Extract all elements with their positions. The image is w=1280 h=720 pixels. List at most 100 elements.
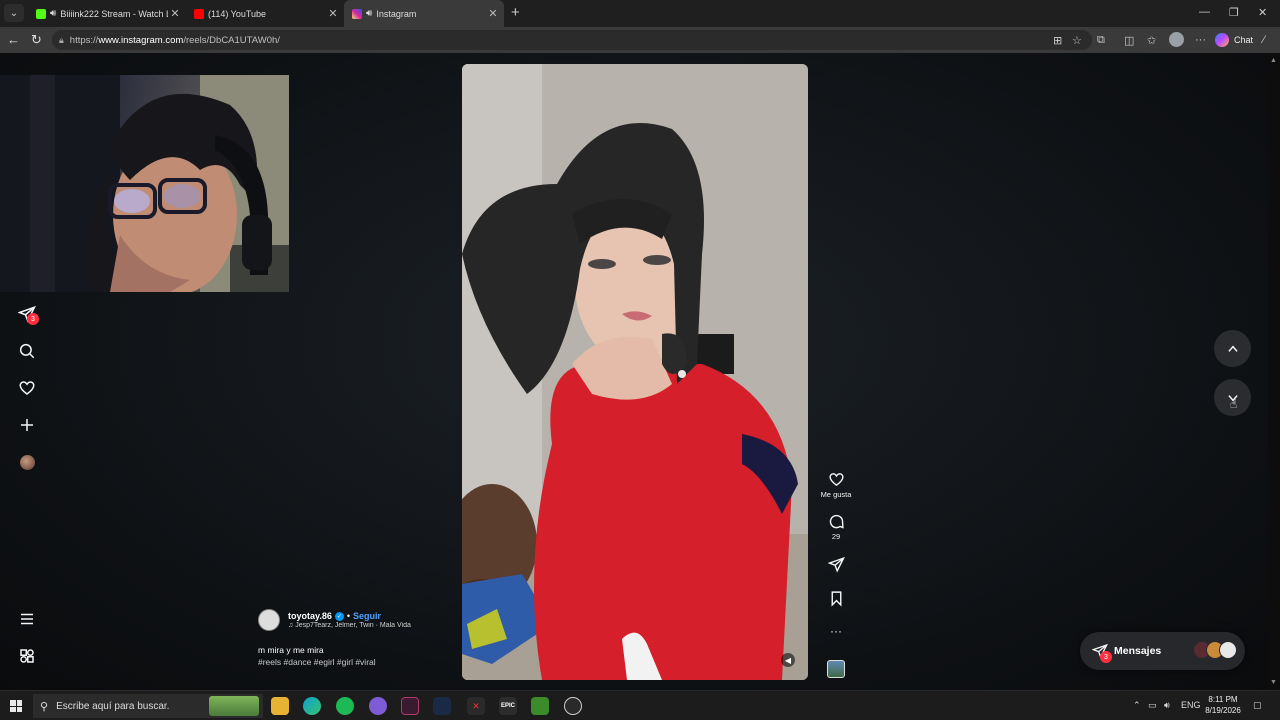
refresh-icon[interactable]: ↻ bbox=[31, 32, 42, 48]
reel-caption: toyotay.86 ✓ • Seguir ♫ Jesp7Tearz, Jelm… bbox=[258, 609, 468, 667]
taskbar-search[interactable]: ⚲ Escribe aquí para buscar. bbox=[33, 694, 263, 718]
sidebar-item-direct[interactable]: 3 bbox=[17, 304, 39, 325]
close-window-button[interactable]: ✕ bbox=[1258, 6, 1267, 19]
copilot-chat-button[interactable]: Chat bbox=[1215, 32, 1253, 48]
minecraft-icon[interactable] bbox=[531, 697, 549, 715]
chat-label: Chat bbox=[1234, 35, 1254, 45]
more-options-button[interactable]: ··· bbox=[818, 624, 854, 638]
discord-icon[interactable] bbox=[369, 697, 387, 715]
previous-reel-button[interactable] bbox=[1214, 330, 1251, 367]
reel-video[interactable]: ◀︎ bbox=[462, 64, 808, 680]
start-button[interactable] bbox=[10, 700, 22, 712]
taskbar-clock[interactable]: 8:11 PM 8/19/2026 bbox=[1200, 694, 1246, 716]
share-button[interactable] bbox=[818, 556, 854, 573]
reel-video-frame bbox=[462, 64, 808, 680]
address-bar[interactable]: 🔒︎ https:// www.instagram.com /reels/DbC… bbox=[52, 30, 1092, 50]
create-icon bbox=[21, 419, 33, 431]
caption-hashtags[interactable]: #reels #dance #egirl #girl #viral bbox=[258, 657, 468, 667]
author-username[interactable]: toyotay.86 bbox=[288, 611, 332, 621]
new-tab-button[interactable]: + bbox=[511, 4, 520, 21]
favorites-icon[interactable]: ✩ bbox=[1147, 34, 1156, 47]
back-icon[interactable]: ← bbox=[7, 32, 20, 47]
messages-badge: 3 bbox=[1100, 651, 1112, 663]
save-button[interactable] bbox=[818, 590, 854, 607]
volume-icon[interactable]: 🔊︎ bbox=[1164, 700, 1170, 711]
comment-button[interactable]: 29 bbox=[818, 513, 854, 541]
chevron-up-icon bbox=[1227, 345, 1238, 352]
url-host: www.instagram.com bbox=[98, 34, 184, 46]
taskbar-search-placeholder: Escribe aquí para buscar. bbox=[56, 700, 170, 712]
browser-toolbar: ← ↻ 🔒︎ https:// www.instagram.com /reels… bbox=[0, 27, 1280, 53]
author-avatar[interactable] bbox=[258, 609, 280, 631]
messages-button[interactable]: 3 Mensajes bbox=[1080, 632, 1245, 670]
search-icon bbox=[19, 343, 35, 359]
tab-kick-stream[interactable]: 🔊︎ Biiiink222 Stream - Watch Live ✕ bbox=[28, 0, 186, 27]
epic-games-icon[interactable]: EPIC bbox=[499, 697, 517, 715]
app-icon[interactable] bbox=[564, 697, 582, 715]
browser-tab-strip: ⌄ 🔊︎ Biiiink222 Stream - Watch Live ✕ (1… bbox=[0, 0, 1280, 27]
clock-date: 8/19/2026 bbox=[1205, 706, 1241, 715]
scroll-up-arrow-icon[interactable]: ▲ bbox=[1270, 57, 1277, 64]
close-tab-icon[interactable]: ✕ bbox=[168, 7, 182, 20]
webcam-image bbox=[0, 75, 289, 292]
kick-favicon-icon bbox=[36, 8, 46, 19]
audio-thumbnail[interactable] bbox=[827, 660, 845, 678]
app-available-icon[interactable]: ⊞ bbox=[1053, 34, 1062, 47]
sidebar-item-create[interactable] bbox=[17, 415, 37, 435]
tray-overflow-icon[interactable]: ⌃ bbox=[1133, 700, 1141, 711]
site-info-icon[interactable]: 🔒︎ bbox=[59, 35, 64, 46]
tab-actions-menu-button[interactable]: ⌄ bbox=[4, 4, 24, 22]
heart-icon bbox=[828, 473, 844, 487]
extensions-icon[interactable]: ⧉ bbox=[1097, 34, 1105, 47]
profile-avatar-icon[interactable] bbox=[1169, 32, 1184, 47]
share-icon bbox=[827, 556, 845, 573]
sidebar-collapse-icon[interactable]: ⁄ bbox=[1263, 34, 1265, 46]
network-icon[interactable]: ▭ bbox=[1148, 700, 1157, 711]
close-tab-icon[interactable]: ✕ bbox=[486, 7, 500, 20]
url-path: /reels/DbCA1UTAW0h/ bbox=[183, 34, 280, 46]
restore-button[interactable]: ❐ bbox=[1229, 6, 1239, 19]
app-icon[interactable]: ✕ bbox=[467, 697, 485, 715]
search-highlight-image bbox=[209, 696, 259, 716]
verified-badge-icon: ✓ bbox=[334, 611, 344, 621]
like-button[interactable]: Me gusta bbox=[818, 471, 854, 499]
edge-icon[interactable] bbox=[303, 697, 321, 715]
sidebar-item-notifications[interactable] bbox=[17, 378, 37, 398]
steam-icon[interactable] bbox=[433, 697, 451, 715]
sidebar-item-menu[interactable] bbox=[17, 609, 37, 629]
bookmark-icon bbox=[831, 591, 841, 607]
volume-toggle-icon[interactable]: ◀︎ bbox=[781, 653, 795, 667]
follow-button[interactable]: Seguir bbox=[353, 611, 381, 621]
mouse-cursor-icon: ☝︎ bbox=[1230, 397, 1238, 411]
favorite-star-icon[interactable]: ☆ bbox=[1072, 34, 1082, 47]
page-scrollbar[interactable]: ▲ ▼ bbox=[1268, 53, 1280, 690]
speaker-icon[interactable]: 🔊︎ bbox=[366, 8, 372, 19]
minimize-button[interactable]: — bbox=[1199, 6, 1210, 18]
spotify-icon[interactable] bbox=[336, 697, 354, 715]
settings-more-icon[interactable]: ··· bbox=[1195, 34, 1206, 46]
menu-icon bbox=[21, 613, 33, 625]
audio-track[interactable]: ♫ Jesp7Tearz, Jelmer, Twin · Mala Vida bbox=[288, 622, 411, 629]
tab-title: Instagram bbox=[376, 8, 417, 19]
youtube-favicon-icon bbox=[194, 8, 204, 19]
file-explorer-icon[interactable] bbox=[271, 697, 289, 715]
comment-icon bbox=[829, 514, 844, 529]
language-indicator[interactable]: ENG bbox=[1181, 700, 1201, 710]
profile-avatar bbox=[19, 454, 35, 470]
tab-instagram[interactable]: 🔊︎ Instagram ✕ bbox=[344, 0, 504, 27]
sidebar-item-search[interactable] bbox=[17, 341, 37, 361]
search-icon: ⚲ bbox=[40, 700, 49, 713]
split-screen-icon[interactable]: ◫ bbox=[1124, 34, 1134, 47]
notifications-icon[interactable]: ▢ bbox=[1253, 700, 1262, 711]
tab-title: (114) YouTube bbox=[208, 8, 267, 19]
close-tab-icon[interactable]: ✕ bbox=[326, 7, 340, 20]
app-icon[interactable] bbox=[401, 697, 419, 715]
speaker-icon[interactable]: 🔊︎ bbox=[50, 8, 56, 19]
scroll-down-arrow-icon[interactable]: ▼ bbox=[1270, 679, 1277, 686]
windows-taskbar: ⚲ Escribe aquí para buscar. ✕ EPIC ⌃ ▭ 🔊… bbox=[0, 690, 1280, 720]
comment-count: 29 bbox=[831, 532, 841, 541]
sidebar-item-profile[interactable] bbox=[17, 452, 37, 472]
tab-youtube[interactable]: (114) YouTube ✕ bbox=[186, 0, 344, 27]
caption-text: m mira y me mira bbox=[258, 645, 324, 655]
sidebar-item-more[interactable] bbox=[17, 646, 37, 666]
